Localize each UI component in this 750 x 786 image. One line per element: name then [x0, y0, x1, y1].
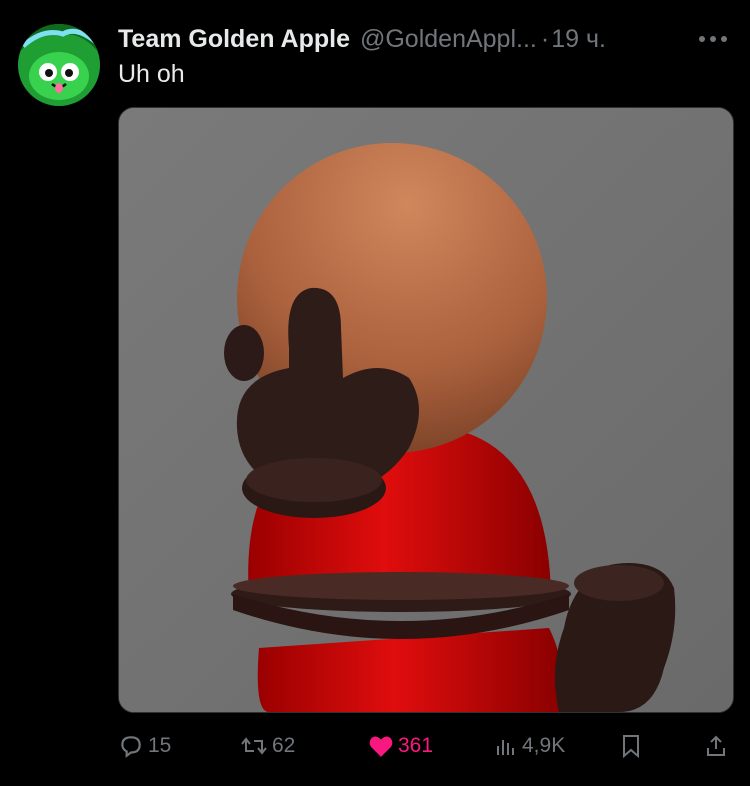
views-button[interactable]: 4,9K	[494, 726, 565, 766]
views-count: 4,9K	[522, 734, 566, 757]
tweet-timestamp[interactable]: 19 ч.	[551, 25, 606, 54]
author-avatar[interactable]	[18, 24, 100, 106]
bookmark-button[interactable]	[620, 726, 642, 766]
avatar-image	[18, 24, 100, 106]
tweet-header: Team Golden Apple @GoldenAppl... · 19 ч.	[118, 22, 730, 56]
reply-count: 15	[148, 734, 172, 757]
separator-dot: ·	[540, 24, 550, 53]
tweet-text: Uh oh	[118, 60, 185, 88]
character-render-image	[119, 108, 733, 712]
share-upload-icon	[707, 735, 725, 756]
more-horizontal-icon	[699, 36, 727, 42]
tweet-media-image[interactable]	[118, 107, 734, 713]
bookmark-icon	[623, 735, 639, 759]
author-handle[interactable]: @GoldenAppl...	[360, 25, 537, 54]
reply-button[interactable]: 15	[118, 726, 171, 766]
tweet-action-bar: 15 62 361 4,9K	[118, 726, 732, 766]
like-count: 361	[398, 734, 434, 757]
repost-count: 62	[272, 734, 296, 757]
speech-bubble-icon	[121, 736, 141, 758]
bar-chart-icon	[497, 740, 514, 755]
like-button[interactable]: 361	[368, 726, 433, 766]
more-options-button[interactable]	[698, 22, 728, 56]
author-name[interactable]: Team Golden Apple	[118, 25, 350, 54]
repost-button[interactable]: 62	[240, 726, 295, 766]
share-button[interactable]	[704, 726, 728, 766]
repost-arrows-icon	[241, 737, 267, 755]
heart-filled-icon	[369, 736, 393, 757]
